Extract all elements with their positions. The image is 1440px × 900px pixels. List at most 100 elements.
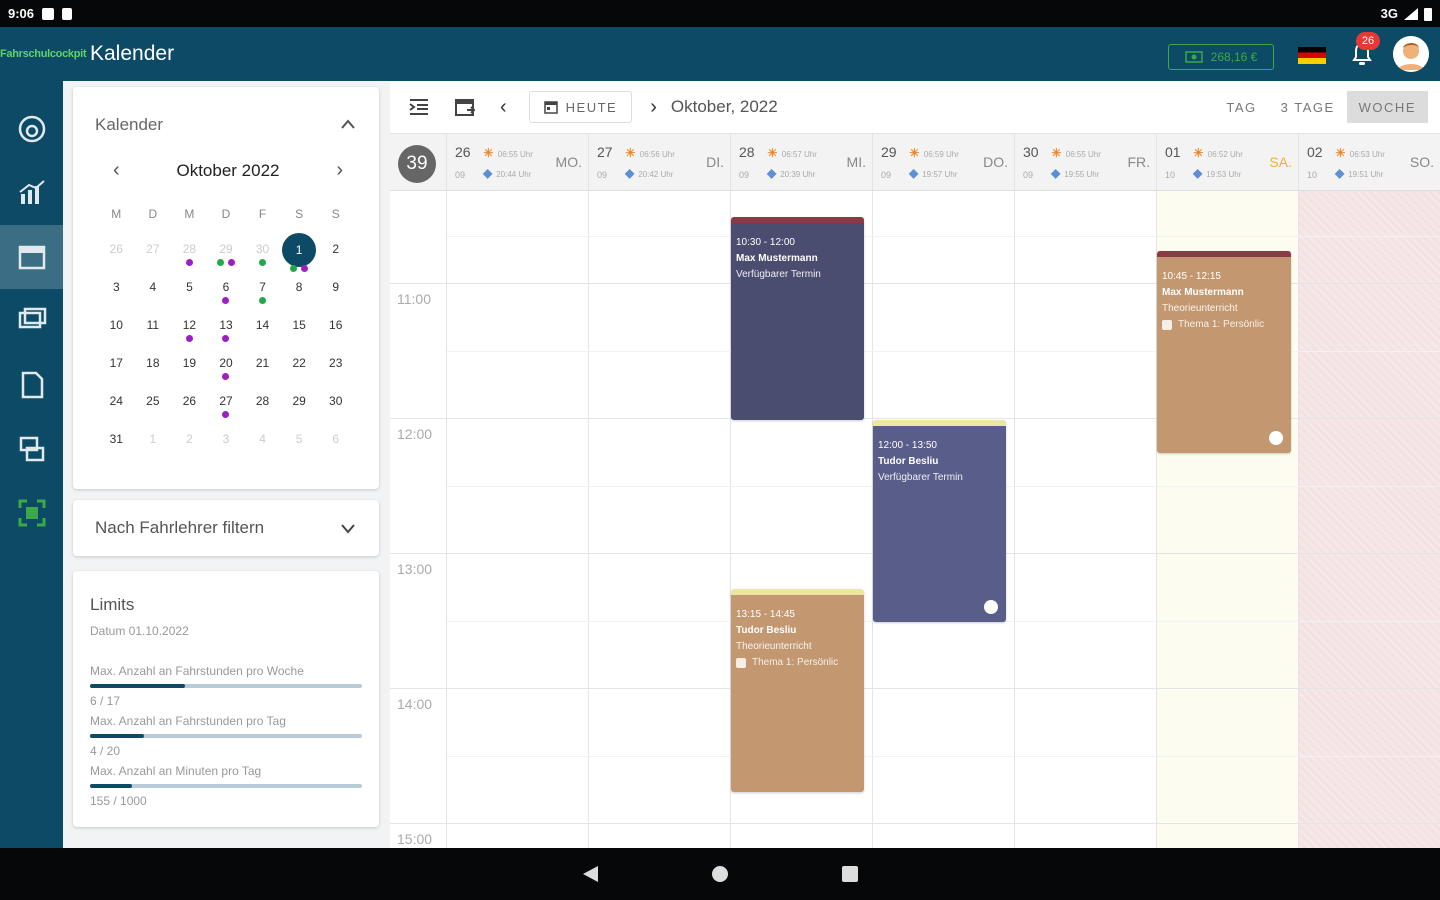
month-grid: M D M D F S S 26 27 28 29 30 1 2 3 4 5 6… (98, 207, 354, 463)
calendar-day[interactable]: 5 (281, 425, 318, 463)
day-header-fri[interactable]: 30 09 ☀ 06:55 Uhr ◆ 19:55 Uhr FR. (1015, 134, 1157, 191)
event-student: Tudor Besliu (878, 456, 939, 467)
calendar-day[interactable]: 14 (244, 311, 281, 349)
calendar-day[interactable]: 16 (317, 311, 354, 349)
next-month-button[interactable]: › (336, 159, 343, 182)
calendar-day[interactable]: 29 (281, 387, 318, 425)
calendar-day[interactable]: 11 (135, 311, 172, 349)
left-panel: Kalender ‹ Oktober 2022 › M D M D F S S … (63, 81, 390, 848)
calendar-day[interactable]: 19 (171, 349, 208, 387)
sidebar-item-documents[interactable] (0, 353, 63, 417)
sidebar-item-dashboard[interactable] (0, 97, 63, 161)
sunrise-time: ☀ 06:57 Uhr (767, 146, 817, 160)
sidebar-item-chat[interactable] (0, 289, 63, 353)
calendar-event[interactable]: 12:00 - 13:50 Tudor Besliu Verfügbarer T… (873, 420, 1006, 622)
calendar-day[interactable]: 2 (171, 425, 208, 463)
day-column-fri[interactable] (1015, 191, 1157, 848)
calendar-jump-icon[interactable] (454, 96, 476, 118)
avatar[interactable] (1393, 36, 1429, 72)
calendar-day[interactable]: 27 (208, 387, 245, 425)
notification-badge: 26 (1356, 32, 1380, 50)
calendar-day[interactable]: 23 (317, 349, 354, 387)
sidebar-item-lessons[interactable] (0, 417, 63, 481)
calendar-day[interactable]: 1 (135, 425, 172, 463)
sidebar-item-calendar[interactable] (0, 225, 63, 289)
calendar-day[interactable]: 27 (135, 235, 172, 273)
calendar-day[interactable]: 28 (244, 387, 281, 425)
calendar-day[interactable]: 8 (281, 273, 318, 311)
calendar-day[interactable]: 30 (317, 387, 354, 425)
sidebar-item-statistics[interactable] (0, 161, 63, 225)
event-topic: Thema 1: Persönlic (736, 657, 859, 668)
day-column-sun[interactable] (1299, 191, 1440, 848)
calendar-event[interactable]: 10:30 - 12:00 Max Mustermann Verfügbarer… (731, 217, 864, 420)
calendar-day[interactable]: 22 (281, 349, 318, 387)
sunrise-time: ☀ 06:56 Uhr (625, 146, 675, 160)
next-week-button[interactable]: › (650, 96, 657, 119)
day-header-thu[interactable]: 29 09 ☀ 06:59 Uhr ◆ 19:57 Uhr DO. (873, 134, 1015, 191)
calendar-day[interactable]: 13 (208, 311, 245, 349)
view-day-button[interactable]: TAG (1214, 91, 1268, 123)
calendar-day[interactable]: 15 (281, 311, 318, 349)
calendar-day[interactable]: 29 (208, 235, 245, 273)
calendar-event[interactable]: 10:45 - 12:15 Max Mustermann Theorieunte… (1157, 251, 1291, 453)
calendar-week-row: 31 1 2 3 4 5 6 (98, 425, 354, 463)
prev-week-button[interactable]: ‹ (500, 96, 507, 119)
app-logo: Fahrschulcockpit (0, 48, 87, 60)
sidebar-toggle-icon[interactable] (408, 96, 430, 118)
calendar-day[interactable]: 6 (208, 273, 245, 311)
calendar-day[interactable]: 17 (98, 349, 135, 387)
day-header-wed[interactable]: 28 09 ☀ 06:57 Uhr ◆ 20:39 Uhr MI. (731, 134, 873, 191)
wallet-balance[interactable]: 268,16 € (1168, 44, 1274, 70)
home-icon[interactable] (710, 864, 730, 884)
back-icon[interactable] (580, 864, 600, 884)
day-header-sat[interactable]: 01 10 ☀ 06:52 Uhr ◆ 19:53 Uhr SA. (1157, 134, 1299, 191)
day-header-sun[interactable]: 02 10 ☀ 06:53 Uhr ◆ 19:51 Uhr SO. (1299, 134, 1440, 191)
collapse-icon[interactable] (341, 119, 355, 129)
calendar-day[interactable]: 2 (317, 235, 354, 273)
view-3days-button[interactable]: 3 TAGE (1269, 91, 1347, 123)
view-week-button[interactable]: WOCHE (1346, 91, 1428, 123)
calendar-day[interactable]: 26 (171, 387, 208, 425)
language-flag-icon[interactable] (1298, 47, 1326, 64)
recents-icon[interactable] (840, 864, 860, 884)
today-button[interactable]: HEUTE (528, 91, 633, 123)
network-label: 3G (1380, 6, 1398, 21)
calendar-day[interactable]: 26 (98, 235, 135, 273)
day-header-tue[interactable]: 27 09 ☀ 06:56 Uhr ◆ 20:42 Uhr DI. (589, 134, 731, 191)
calendar-day[interactable]: 12 (171, 311, 208, 349)
calendar-day[interactable]: 3 (208, 425, 245, 463)
event-type: Verfügbarer Termin (878, 472, 963, 483)
calendar-day[interactable]: 4 (135, 273, 172, 311)
day-header-mon[interactable]: 26 09 ☀ 06:55 Uhr ◆ 20:44 Uhr MO. (447, 134, 589, 191)
event-time: 10:30 - 12:00 (736, 237, 795, 248)
calendar-day[interactable]: 3 (98, 273, 135, 311)
calendar-day[interactable]: 25 (135, 387, 172, 425)
calendar-icon (18, 245, 45, 270)
calendar-toolbar: ‹ HEUTE › Oktober, 2022 TAG 3 TAGE WOCHE (390, 81, 1440, 134)
prev-month-button[interactable]: ‹ (113, 159, 120, 182)
calendar-day[interactable]: 21 (244, 349, 281, 387)
calendar-day[interactable]: 20 (208, 349, 245, 387)
day-column-tue[interactable] (589, 191, 731, 848)
day-column-mon[interactable] (447, 191, 589, 848)
calendar-event[interactable]: 13:15 - 14:45 Tudor Besliu Theorieunterr… (731, 589, 864, 792)
sunset-time: ◆ 20:39 Uhr (767, 166, 816, 180)
money-icon (1184, 51, 1203, 63)
calendar-day-selected[interactable]: 1 (281, 233, 318, 273)
sidebar-item-qr[interactable] (0, 481, 63, 545)
calendar-day[interactable]: 30 (244, 235, 281, 273)
calendar-day[interactable]: 18 (135, 349, 172, 387)
calendar-day[interactable]: 28 (171, 235, 208, 273)
event-time: 10:45 - 12:15 (1162, 271, 1221, 282)
calendar-day[interactable]: 4 (244, 425, 281, 463)
calendar-day[interactable]: 31 (98, 425, 135, 463)
limit-minutes: Max. Anzahl an Minuten pro Tag 155 / 100… (90, 764, 362, 808)
calendar-day[interactable]: 9 (317, 273, 354, 311)
instructor-filter[interactable]: Nach Fahrlehrer filtern (73, 500, 379, 556)
calendar-day[interactable]: 10 (98, 311, 135, 349)
calendar-day[interactable]: 7 (244, 273, 281, 311)
calendar-day[interactable]: 5 (171, 273, 208, 311)
calendar-day[interactable]: 6 (317, 425, 354, 463)
calendar-day[interactable]: 24 (98, 387, 135, 425)
